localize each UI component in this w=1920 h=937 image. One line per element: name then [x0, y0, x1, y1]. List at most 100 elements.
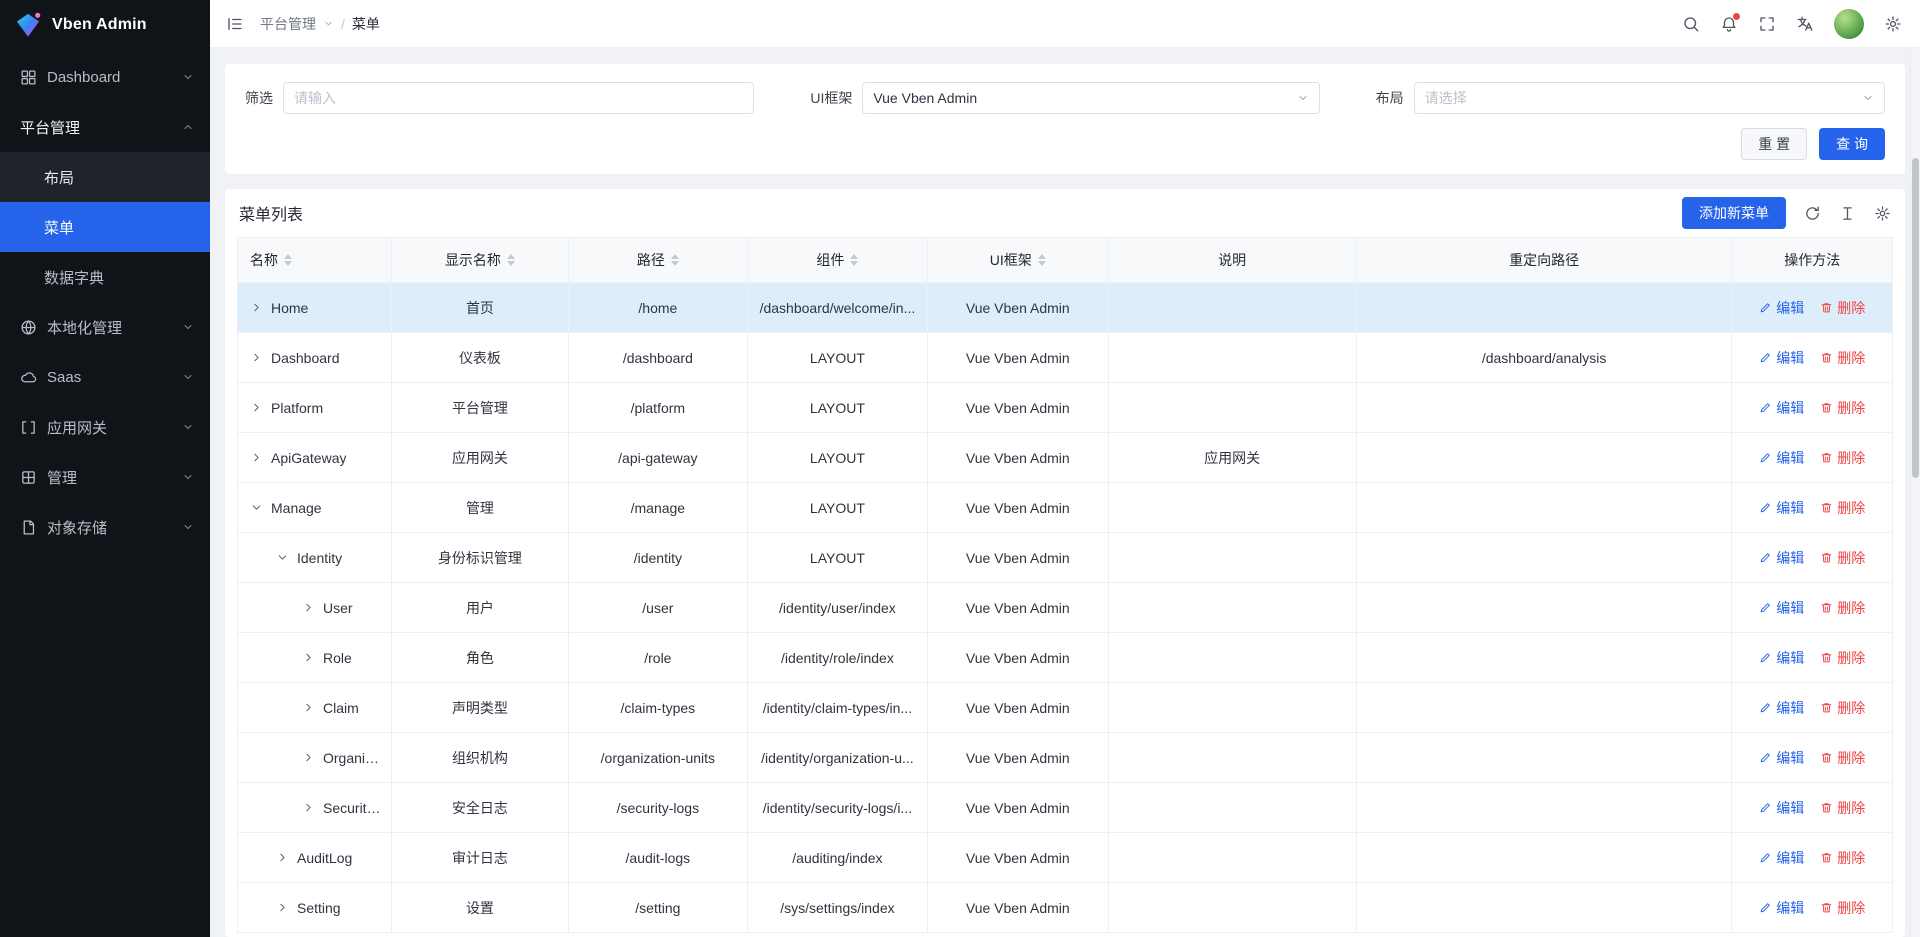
sort-buttons[interactable] [284, 254, 292, 266]
row-height-icon[interactable] [1839, 205, 1856, 222]
delete-button[interactable]: 删除 [1820, 448, 1865, 468]
sort-buttons[interactable] [1038, 254, 1046, 266]
fullscreen-icon[interactable] [1758, 15, 1776, 33]
column-header-framework[interactable]: UI框架 [928, 238, 1108, 283]
delete-button[interactable]: 删除 [1820, 848, 1865, 868]
delete-label: 删除 [1837, 648, 1865, 668]
edit-button[interactable]: 编辑 [1759, 848, 1804, 868]
edit-icon [1759, 701, 1772, 714]
expand-toggle-icon[interactable] [276, 901, 289, 914]
notification-bell-icon[interactable] [1720, 15, 1738, 33]
expand-toggle-icon[interactable] [302, 701, 315, 714]
filter-field-ui-framework: UI框架 Vue Vben Admin [810, 82, 1319, 114]
sidebar-subitem-menu[interactable]: 菜单 [0, 202, 210, 252]
column-header-display-name[interactable]: 显示名称 [391, 238, 568, 283]
breadcrumb-section[interactable]: 平台管理 [260, 14, 316, 34]
search-icon[interactable] [1682, 15, 1700, 33]
delete-icon [1820, 801, 1833, 814]
expand-toggle-icon[interactable] [302, 801, 315, 814]
delete-button[interactable]: 删除 [1820, 348, 1865, 368]
app-window: Vben Admin Dashboard平台管理布局菜单数据字典本地化管理Saa… [0, 0, 1920, 937]
table-row: Dashboard仪表板/dashboardLAYOUTVue Vben Adm… [238, 333, 1893, 383]
add-menu-button[interactable]: 添加新菜单 [1682, 197, 1786, 229]
delete-button[interactable]: 删除 [1820, 698, 1865, 718]
delete-icon [1820, 551, 1833, 564]
edit-button[interactable]: 编辑 [1759, 698, 1804, 718]
scrollbar-thumb[interactable] [1912, 158, 1919, 478]
sort-buttons[interactable] [671, 254, 679, 266]
language-icon[interactable] [1796, 15, 1814, 33]
expand-toggle-icon[interactable] [302, 751, 315, 764]
edit-button[interactable]: 编辑 [1759, 548, 1804, 568]
sidebar-collapse-icon[interactable] [226, 15, 244, 33]
expand-toggle-icon[interactable] [276, 551, 289, 564]
delete-button[interactable]: 删除 [1820, 748, 1865, 768]
edit-button[interactable]: 编辑 [1759, 798, 1804, 818]
expand-toggle-icon[interactable] [302, 651, 315, 664]
expand-toggle-icon[interactable] [250, 451, 263, 464]
expand-toggle-icon[interactable] [250, 401, 263, 414]
edit-button[interactable]: 编辑 [1759, 898, 1804, 918]
edit-button[interactable]: 编辑 [1759, 398, 1804, 418]
sidebar-subitem-dictionary[interactable]: 数据字典 [0, 252, 210, 302]
ui-framework-select[interactable]: Vue Vben Admin [862, 82, 1319, 114]
edit-button[interactable]: 编辑 [1759, 748, 1804, 768]
row-name: ApiGateway [271, 450, 346, 466]
column-header-name[interactable]: 名称 [238, 238, 392, 283]
edit-button[interactable]: 编辑 [1759, 648, 1804, 668]
app-logo[interactable]: Vben Admin [0, 0, 210, 50]
cell-display-name: 组织机构 [391, 733, 568, 783]
delete-button[interactable]: 删除 [1820, 548, 1865, 568]
delete-button[interactable]: 删除 [1820, 298, 1865, 318]
delete-button[interactable]: 删除 [1820, 498, 1865, 518]
expand-toggle-icon[interactable] [250, 301, 263, 314]
sort-buttons[interactable] [507, 254, 515, 266]
delete-button[interactable]: 删除 [1820, 398, 1865, 418]
edit-button[interactable]: 编辑 [1759, 498, 1804, 518]
filter-fields: 筛选 UI框架 Vue Vben Admin 布局 请选择 [245, 82, 1885, 114]
user-avatar[interactable] [1834, 9, 1864, 39]
column-header-path[interactable]: 路径 [568, 238, 747, 283]
sidebar-item-manage[interactable]: 管理 [0, 452, 210, 502]
delete-button[interactable]: 删除 [1820, 898, 1865, 918]
cell-display-name: 角色 [391, 633, 568, 683]
cell-framework: Vue Vben Admin [928, 633, 1108, 683]
edit-icon [1759, 301, 1772, 314]
column-header-component[interactable]: 组件 [747, 238, 927, 283]
expand-toggle-icon[interactable] [250, 501, 263, 514]
edit-label: 编辑 [1776, 698, 1804, 718]
column-label: 名称 [250, 250, 278, 270]
refresh-icon[interactable] [1804, 205, 1821, 222]
sidebar-item-dashboard[interactable]: Dashboard [0, 52, 210, 102]
sidebar-item-saas[interactable]: Saas [0, 352, 210, 402]
edit-button[interactable]: 编辑 [1759, 448, 1804, 468]
cell-framework: Vue Vben Admin [928, 683, 1108, 733]
edit-button[interactable]: 编辑 [1759, 348, 1804, 368]
expand-toggle-icon[interactable] [276, 851, 289, 864]
page-scrollbar[interactable] [1910, 48, 1920, 937]
table-row: Identity身份标识管理/identityLAYOUTVue Vben Ad… [238, 533, 1893, 583]
table-settings-gear-icon[interactable] [1874, 205, 1891, 222]
sidebar-item-storage[interactable]: 对象存储 [0, 502, 210, 552]
edit-button[interactable]: 编辑 [1759, 598, 1804, 618]
cell-framework: Vue Vben Admin [928, 883, 1108, 933]
sidebar-item-gateway[interactable]: 应用网关 [0, 402, 210, 452]
table-row: Home首页/home/dashboard/welcome/in...Vue V… [238, 283, 1893, 333]
expand-toggle-icon[interactable] [302, 601, 315, 614]
preferences-gear-icon[interactable] [1884, 15, 1902, 33]
chevron-down-icon [1862, 92, 1874, 104]
layout-select[interactable]: 请选择 [1414, 82, 1885, 114]
expand-toggle-icon[interactable] [250, 351, 263, 364]
delete-button[interactable]: 删除 [1820, 648, 1865, 668]
sidebar-subitem-layout[interactable]: 布局 [0, 152, 210, 202]
sort-desc-icon [507, 261, 515, 266]
edit-button[interactable]: 编辑 [1759, 298, 1804, 318]
search-button[interactable]: 查 询 [1819, 128, 1885, 160]
reset-button[interactable]: 重 置 [1741, 128, 1807, 160]
sidebar-item-localization[interactable]: 本地化管理 [0, 302, 210, 352]
delete-button[interactable]: 删除 [1820, 598, 1865, 618]
delete-button[interactable]: 删除 [1820, 798, 1865, 818]
filter-input[interactable] [283, 82, 754, 114]
sidebar-item-platform[interactable]: 平台管理 [0, 102, 210, 152]
sort-buttons[interactable] [850, 254, 858, 266]
